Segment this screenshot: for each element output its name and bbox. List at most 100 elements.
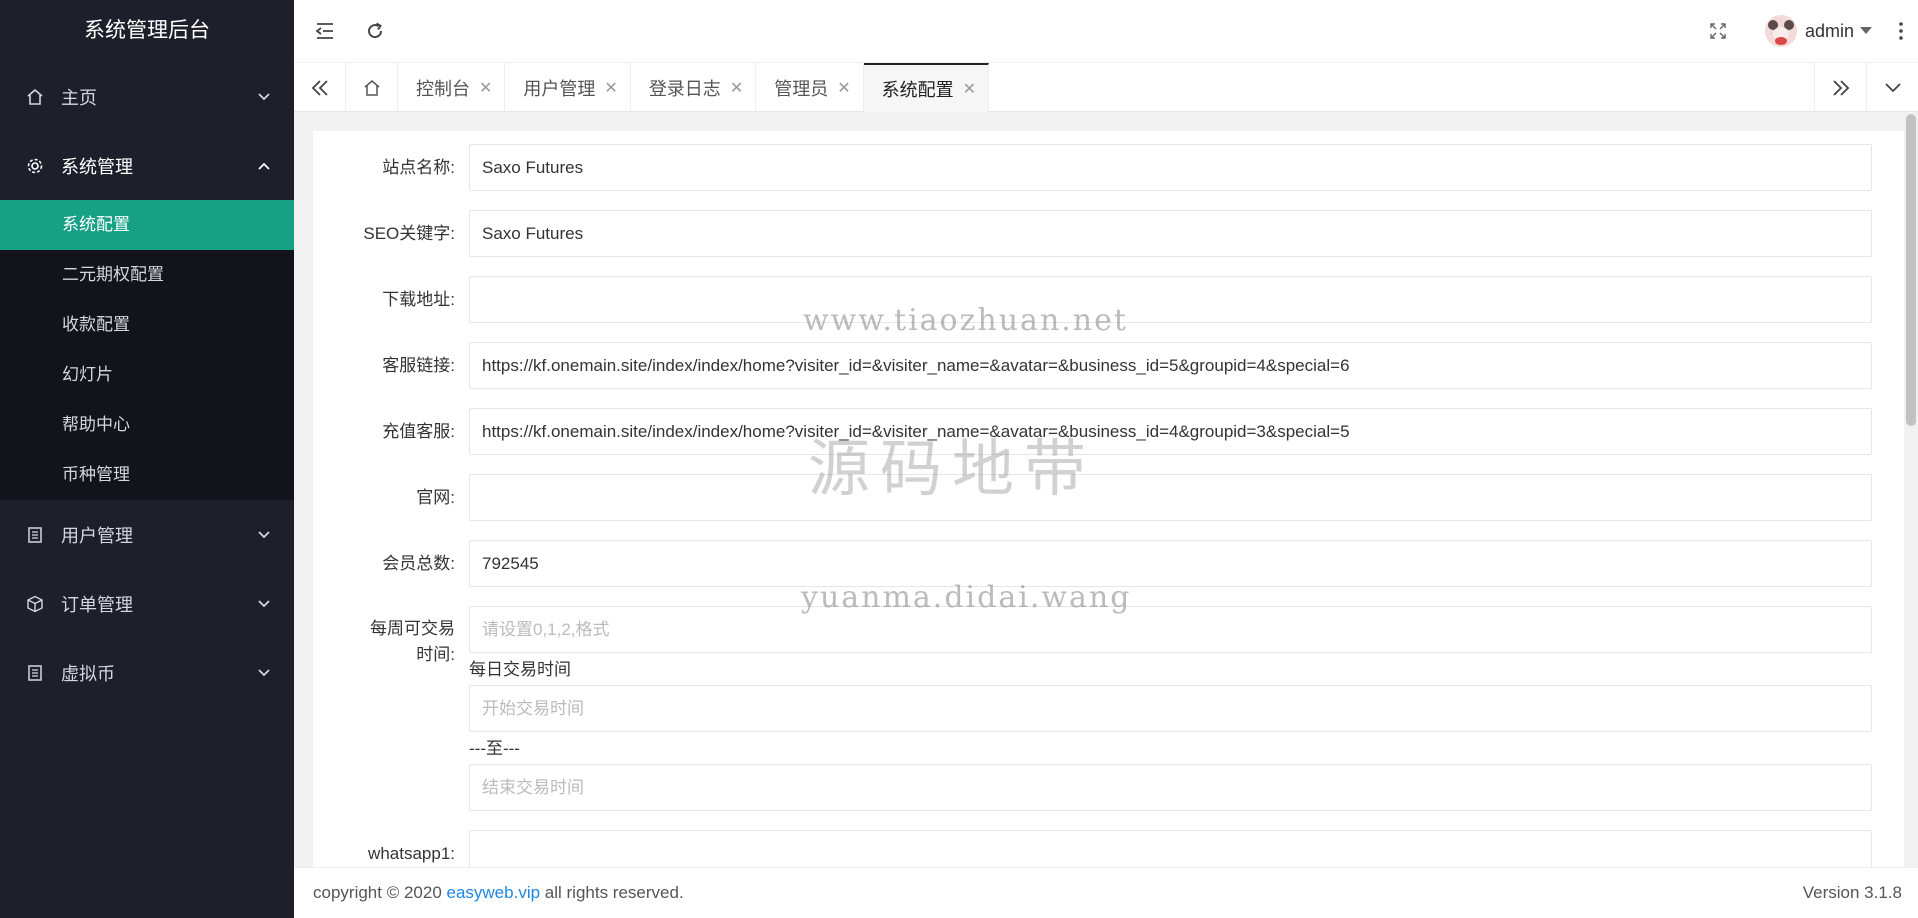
fullscreen-button[interactable] — [1693, 0, 1743, 62]
chevron-up-icon — [256, 158, 272, 174]
avatar — [1764, 15, 1797, 47]
sidebar-item-label: 系统管理 — [61, 156, 133, 177]
seo-keywords-input[interactable] — [469, 210, 1872, 257]
submenu-item-slides[interactable]: 幻灯片 — [0, 350, 294, 400]
form-row-download-url: 下载地址: — [313, 276, 1909, 323]
fullscreen-icon — [1710, 23, 1726, 39]
sidebar-item-orders[interactable]: 订单管理 — [0, 569, 294, 638]
refresh-button[interactable] — [350, 0, 400, 62]
submenu-item-payment-config[interactable]: 收款配置 — [0, 300, 294, 350]
brand-title: 系统管理后台 — [84, 19, 210, 42]
site-name-input[interactable] — [469, 144, 1872, 191]
sidebar-item-crypto[interactable]: 虚拟币 — [0, 638, 294, 707]
sidebar-item-label: 虚拟币 — [61, 663, 115, 684]
list-icon — [25, 525, 45, 545]
tab-admins[interactable]: 管理员 ✕ — [756, 63, 864, 112]
trade-start-time-input[interactable] — [469, 685, 1872, 732]
daily-trade-time-label: 每日交易时间 — [469, 660, 571, 679]
copyright-text: copyright © 2020 easyweb.vip all rights … — [313, 883, 684, 902]
sidebar: 系统管理后台 主页 系统管理 系统配置 二元期权配置 收款配置 幻灯片 帮助中心… — [0, 0, 294, 918]
tab-scroll-right-button[interactable] — [1814, 63, 1866, 112]
close-icon[interactable]: ✕ — [479, 78, 492, 98]
refresh-icon — [368, 22, 383, 39]
tab-scroll-left-button[interactable] — [294, 63, 346, 112]
field-label: 每周可交易 时间: — [370, 619, 455, 664]
tab-label: 管理员 — [774, 78, 829, 99]
form-row-trade-time: 每周可交易 时间: 每日交易时间 ---至--- — [313, 606, 1909, 811]
more-vertical-icon — [1899, 22, 1903, 40]
weekly-trade-days-input[interactable] — [469, 606, 1872, 653]
footer: copyright © 2020 easyweb.vip all rights … — [294, 867, 1918, 918]
list-icon — [25, 663, 45, 683]
tab-bar: 控制台 ✕ 用户管理 ✕ 登录日志 ✕ 管理员 ✕ 系统配置 ✕ — [294, 62, 1918, 112]
easyweb-link[interactable]: easyweb.vip — [447, 883, 541, 902]
tab-system-config[interactable]: 系统配置 ✕ — [863, 63, 990, 112]
tab-login-log[interactable]: 登录日志 ✕ — [631, 63, 757, 112]
form-row-site-name: 站点名称: — [313, 144, 1909, 191]
to-separator-label: ---至--- — [469, 739, 520, 758]
form-row-recharge-service: 充值客服: — [313, 408, 1909, 455]
chevron-down-icon — [256, 665, 272, 681]
chevron-down-icon — [256, 89, 272, 105]
field-label: 客服链接: — [382, 356, 455, 375]
tab-options-button[interactable] — [1866, 63, 1918, 112]
top-header: admin — [294, 0, 1918, 62]
sidebar-item-users[interactable]: 用户管理 — [0, 500, 294, 569]
submenu-item-binary-options[interactable]: 二元期权配置 — [0, 250, 294, 300]
collapse-sidebar-button[interactable] — [300, 0, 350, 62]
official-site-input[interactable] — [469, 474, 1872, 521]
download-url-input[interactable] — [469, 276, 1872, 323]
field-label: whatsapp1: — [368, 844, 455, 863]
sidebar-item-label: 用户管理 — [61, 525, 133, 546]
more-button[interactable] — [1884, 0, 1918, 62]
form-row-service-link: 客服链接: — [313, 342, 1909, 389]
tab-label: 登录日志 — [648, 78, 721, 99]
field-label: 站点名称: — [382, 158, 455, 177]
recharge-service-input[interactable] — [469, 408, 1872, 455]
double-chevron-left-icon — [311, 79, 328, 96]
service-link-input[interactable] — [469, 342, 1872, 389]
chevron-down-icon — [1884, 82, 1901, 92]
close-icon[interactable]: ✕ — [604, 78, 617, 98]
field-label: 充值客服: — [382, 422, 455, 441]
tab-label: 控制台 — [416, 78, 470, 99]
submenu-item-currency[interactable]: 币种管理 — [0, 450, 294, 500]
system-submenu: 系统配置 二元期权配置 收款配置 幻灯片 帮助中心 币种管理 — [0, 200, 294, 500]
close-icon[interactable]: ✕ — [837, 78, 850, 98]
field-label: 官网: — [416, 488, 455, 507]
user-name: admin — [1804, 20, 1854, 41]
field-label: 会员总数: — [382, 554, 455, 573]
whatsapp1-input[interactable] — [469, 830, 1872, 867]
close-icon[interactable]: ✕ — [963, 79, 976, 99]
sidebar-item-home[interactable]: 主页 — [0, 62, 294, 131]
home-icon — [25, 87, 45, 107]
version-text: Version 3.1.8 — [1802, 883, 1902, 902]
user-menu[interactable]: admin — [1755, 0, 1884, 62]
double-chevron-right-icon — [1832, 79, 1849, 96]
sidebar-item-system[interactable]: 系统管理 — [0, 131, 294, 200]
field-label: SEO关键字: — [363, 224, 455, 243]
member-total-input[interactable] — [469, 540, 1872, 587]
field-label: 下载地址: — [382, 290, 455, 309]
sidebar-item-label: 订单管理 — [61, 594, 133, 615]
config-form: 站点名称: SEO关键字: 下载地址: 客服链接: 充值客服: 官网: 会员总数… — [313, 131, 1909, 867]
content-scrollbar[interactable] — [1904, 112, 1918, 867]
scrollbar-thumb[interactable] — [1906, 114, 1916, 426]
menu-fold-icon — [315, 23, 333, 39]
form-row-member-total: 会员总数: — [313, 540, 1909, 587]
submenu-item-system-config[interactable]: 系统配置 — [0, 200, 294, 250]
tab-user-management[interactable]: 用户管理 ✕ — [505, 63, 631, 112]
tab-label: 用户管理 — [523, 78, 596, 99]
form-row-official-site: 官网: — [313, 474, 1909, 521]
chevron-down-icon — [256, 527, 272, 543]
submenu-item-help-center[interactable]: 帮助中心 — [0, 400, 294, 450]
trade-end-time-input[interactable] — [469, 764, 1872, 811]
chevron-down-icon — [256, 596, 272, 612]
tab-home[interactable] — [346, 63, 398, 112]
close-icon[interactable]: ✕ — [730, 78, 743, 98]
form-row-seo-keywords: SEO关键字: — [313, 210, 1909, 257]
home-icon — [364, 79, 379, 96]
tab-dashboard[interactable]: 控制台 ✕ — [398, 63, 506, 112]
caret-down-icon — [1860, 27, 1872, 34]
sidebar-item-label: 主页 — [61, 87, 97, 108]
